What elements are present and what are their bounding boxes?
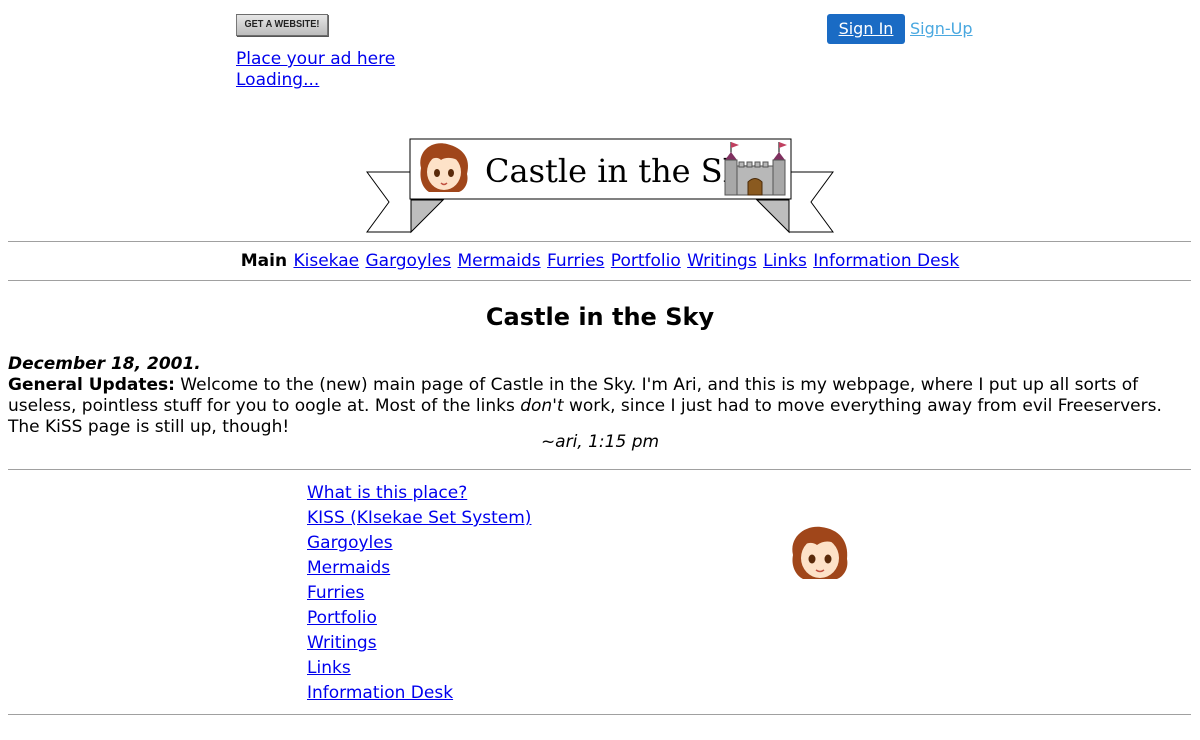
updates-label: General Updates: [8, 375, 175, 395]
link-what-is-this-place[interactable]: What is this place? [307, 483, 467, 503]
list-item: Writings [307, 633, 531, 658]
link-kiss[interactable]: KISS (KIsekae Set System) [307, 508, 531, 528]
update-date: December 18, 2001. [8, 354, 201, 374]
list-item: KISS (KIsekae Set System) [307, 508, 531, 533]
site-banner: Castle in the Sky [366, 138, 834, 234]
link-furries[interactable]: Furries [307, 583, 364, 603]
link-mermaids[interactable]: Mermaids [307, 558, 390, 578]
list-item: What is this place? [307, 483, 531, 508]
nav-kisekae[interactable]: Kisekae [293, 251, 359, 271]
list-item: Links [307, 658, 531, 683]
updates-emphasis: don't [520, 396, 564, 416]
sign-in-button[interactable]: Sign In [827, 14, 905, 44]
nav-gargoyles[interactable]: Gargoyles [365, 251, 451, 271]
nav-mermaids[interactable]: Mermaids [457, 251, 540, 271]
nav-furries[interactable]: Furries [547, 251, 604, 271]
anime-girl-face-icon [792, 526, 848, 579]
divider [8, 280, 1191, 281]
divider [8, 241, 1191, 242]
signature: ~ari, 1:15 pm [540, 432, 660, 452]
list-item: Information Desk [307, 683, 531, 708]
get-a-website-button[interactable]: GET A WEBSITE! [236, 14, 328, 36]
page-title: Castle in the Sky [485, 303, 715, 331]
divider [8, 714, 1191, 715]
nav-current: Main [240, 251, 288, 271]
list-item: Furries [307, 583, 531, 608]
link-information-desk[interactable]: Information Desk [307, 683, 453, 703]
link-links[interactable]: Links [307, 658, 351, 678]
banner-title: Castle in the Sky [485, 152, 760, 190]
list-item: Portfolio [307, 608, 531, 633]
link-portfolio[interactable]: Portfolio [307, 608, 377, 628]
nav-links[interactable]: Links [763, 251, 807, 271]
sign-up-link[interactable]: Sign-Up [910, 19, 973, 38]
nav-writings[interactable]: Writings [687, 251, 757, 271]
nav-portfolio[interactable]: Portfolio [611, 251, 681, 271]
place-ad-link[interactable]: Place your ad here [236, 49, 395, 69]
loading-link[interactable]: Loading... [236, 70, 319, 90]
link-gargoyles[interactable]: Gargoyles [307, 533, 393, 553]
update-text: General Updates: Welcome to the (new) ma… [8, 375, 1192, 438]
nav-information-desk[interactable]: Information Desk [813, 251, 959, 271]
list-item: Gargoyles [307, 533, 531, 558]
list-item: Mermaids [307, 558, 531, 583]
link-writings[interactable]: Writings [307, 633, 377, 653]
main-nav: Main Kisekae Gargoyles Mermaids Furries … [0, 251, 1200, 271]
section-link-list: What is this place? KISS (KIsekae Set Sy… [307, 483, 531, 708]
divider [8, 469, 1191, 470]
